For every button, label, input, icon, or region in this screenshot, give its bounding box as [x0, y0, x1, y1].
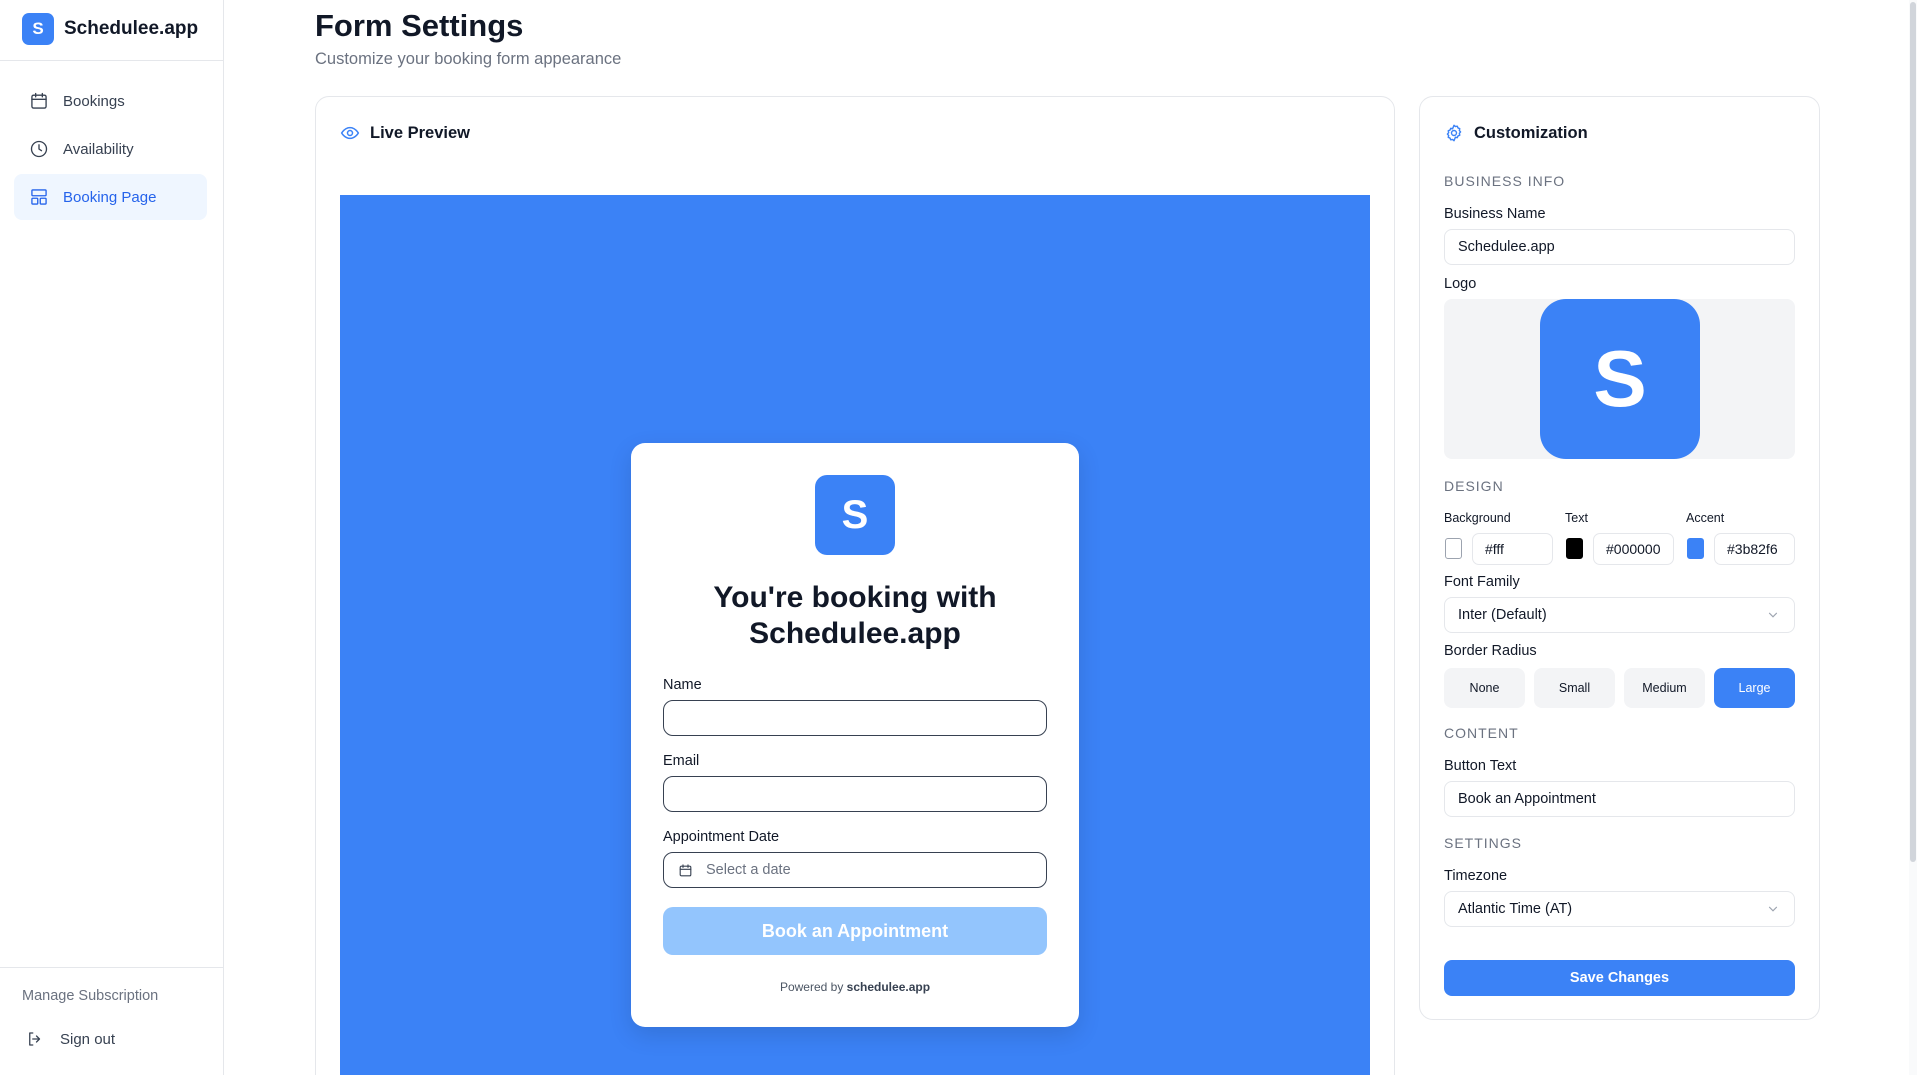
brand-name: Schedulee.app — [64, 18, 199, 39]
customization-panel: Customization BUSINESS INFO Business Nam… — [1419, 96, 1820, 1020]
border-radius-label: Border Radius — [1444, 643, 1537, 659]
booking-title-line2: Schedulee.app — [749, 617, 961, 650]
clock-icon — [30, 140, 48, 158]
date-picker[interactable]: Select a date — [663, 852, 1047, 888]
business-name-input[interactable]: Schedulee.app — [1444, 229, 1795, 265]
chevron-down-icon — [1768, 906, 1778, 912]
accent-color-input[interactable]: #3b82f6 — [1714, 533, 1795, 565]
text-color-label: Text — [1565, 511, 1588, 525]
booking-logo: S — [815, 475, 895, 555]
brand[interactable]: S Schedulee.app — [22, 13, 198, 45]
powered-by-prefix: Powered by — [779, 980, 844, 994]
section-design: DESIGN — [1444, 478, 1504, 494]
page-title: Form Settings — [315, 8, 524, 43]
background-color-input[interactable]: #fff — [1472, 533, 1553, 565]
book-appointment-button[interactable]: Book an Appointment — [663, 907, 1047, 955]
sign-out-icon — [29, 1032, 41, 1046]
appointment-date-label: Appointment Date — [663, 829, 780, 845]
business-name-label: Business Name — [1444, 206, 1546, 222]
booking-form-card: S You're booking with Schedulee.app Name… — [631, 443, 1079, 1027]
radius-option-medium[interactable]: Medium — [1624, 668, 1705, 708]
customization-header: Customization — [1444, 123, 1588, 143]
booking-title: You're booking with Schedulee.app — [631, 580, 1079, 652]
sign-out-button[interactable]: Sign out — [26, 1030, 115, 1048]
powered-by: Powered by schedulee.app — [631, 980, 1079, 994]
save-changes-button[interactable]: Save Changes — [1444, 960, 1795, 996]
sidebar-nav: Bookings Availability Booking Page — [14, 78, 207, 222]
accent-color-label: Accent — [1686, 511, 1725, 525]
calendar-icon — [679, 863, 692, 876]
logo-preview: S — [1540, 299, 1700, 459]
gear-icon — [1446, 124, 1462, 142]
name-input[interactable] — [663, 700, 1047, 736]
button-text-input[interactable]: Book an Appointment — [1444, 781, 1795, 817]
scrollbar-thumb[interactable] — [1910, 2, 1916, 862]
sidebar-item-booking-page[interactable]: Booking Page — [14, 174, 207, 220]
timezone-label: Timezone — [1444, 868, 1508, 884]
date-placeholder: Select a date — [706, 862, 791, 878]
font-family-select[interactable]: Inter (Default) — [1444, 597, 1795, 633]
radius-option-none[interactable]: None — [1444, 668, 1525, 708]
sidebar-item-label: Bookings — [63, 92, 125, 110]
section-business-info: BUSINESS INFO — [1444, 173, 1566, 189]
live-preview-title: Live Preview — [370, 123, 470, 142]
divider — [0, 967, 223, 968]
live-preview-header: Live Preview — [340, 123, 470, 143]
background-color-swatch[interactable] — [1445, 538, 1462, 559]
timezone-select[interactable]: Atlantic Time (AT) — [1444, 891, 1795, 927]
timezone-value: Atlantic Time (AT) — [1458, 901, 1573, 917]
name-label: Name — [663, 677, 702, 693]
email-input[interactable] — [663, 776, 1047, 812]
email-label: Email — [663, 753, 700, 769]
accent-color-swatch[interactable] — [1687, 538, 1704, 559]
calendar-icon — [31, 92, 47, 109]
text-color-input[interactable]: #000000 — [1593, 533, 1674, 565]
layout-icon — [31, 189, 47, 205]
font-family-label: Font Family — [1444, 574, 1520, 590]
page-subtitle: Customize your booking form appearance — [315, 50, 622, 68]
text-color-swatch[interactable] — [1566, 538, 1583, 559]
radius-option-small[interactable]: Small — [1534, 668, 1615, 708]
sidebar-item-label: Booking Page — [63, 188, 157, 206]
divider — [0, 60, 223, 61]
sidebar-item-label: Availability — [63, 140, 134, 158]
section-settings: SETTINGS — [1444, 835, 1523, 851]
powered-by-brand[interactable]: schedulee.app — [847, 980, 930, 994]
customization-title: Customization — [1474, 123, 1588, 142]
chevron-down-icon — [1768, 612, 1778, 618]
sidebar-item-bookings[interactable]: Bookings — [14, 78, 207, 124]
logo-upload-area[interactable]: S — [1444, 299, 1795, 459]
sidebar: S Schedulee.app Bookings Availability Bo… — [0, 0, 224, 1075]
logo-label: Logo — [1444, 276, 1477, 292]
sign-out-label: Sign out — [60, 1030, 116, 1048]
font-family-value: Inter (Default) — [1458, 607, 1547, 623]
radius-option-large[interactable]: Large — [1714, 668, 1795, 708]
background-color-label: Background — [1444, 511, 1511, 525]
manage-subscription-link[interactable]: Manage Subscription — [22, 988, 158, 1004]
eye-icon — [340, 126, 360, 140]
sidebar-item-availability[interactable]: Availability — [14, 126, 207, 172]
brand-logo: S — [22, 13, 54, 45]
booking-title-line1: You're booking with — [713, 581, 997, 614]
section-content: CONTENT — [1444, 725, 1519, 741]
button-text-label: Button Text — [1444, 758, 1517, 774]
